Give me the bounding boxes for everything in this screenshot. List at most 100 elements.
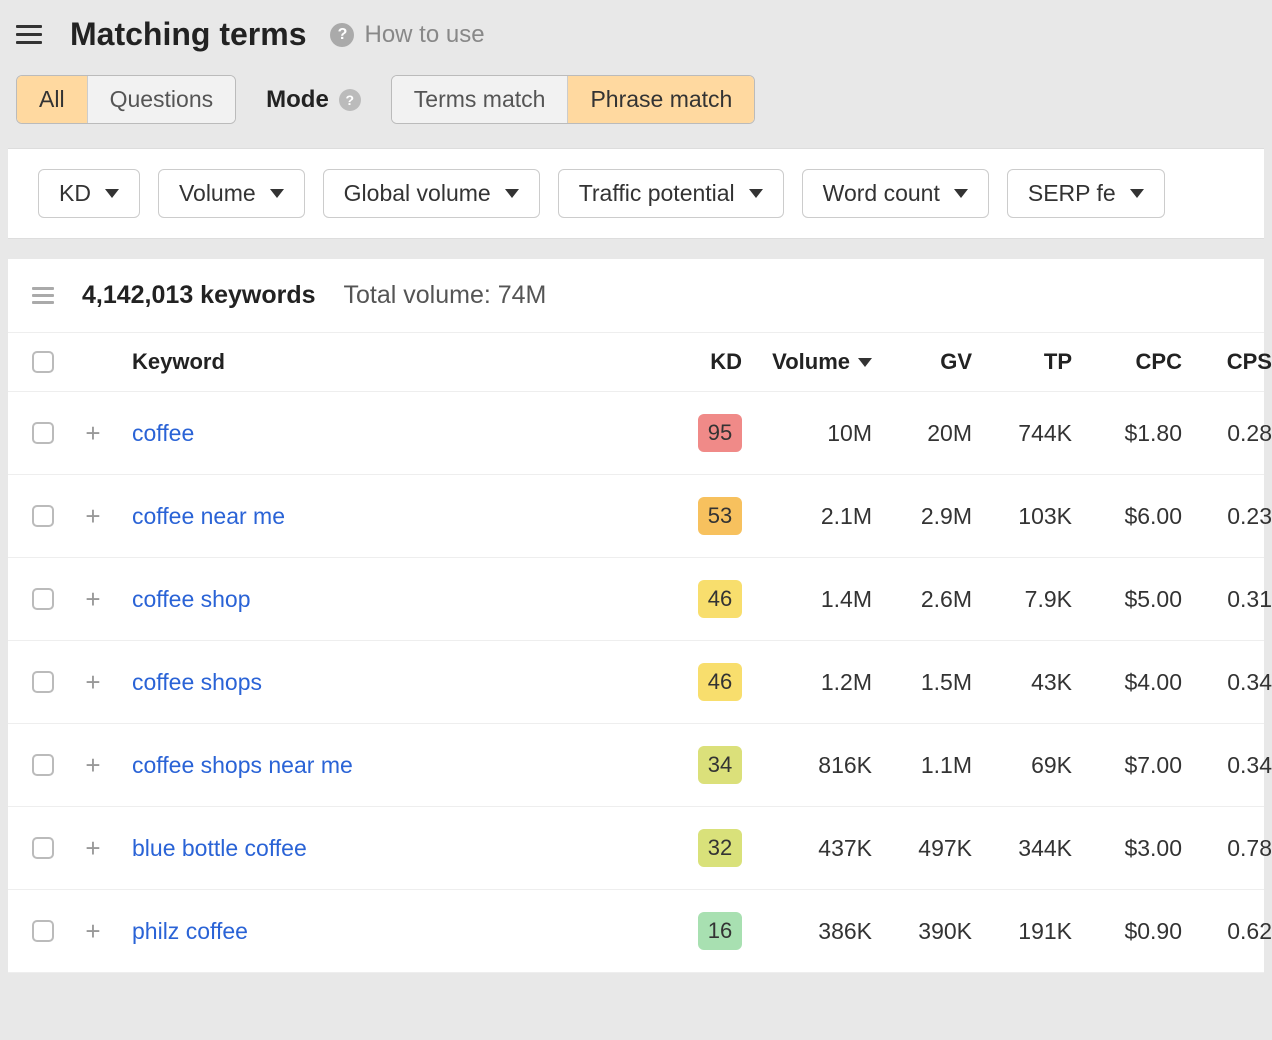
row-checkbox[interactable] xyxy=(32,754,54,776)
tab-all[interactable]: All xyxy=(17,76,87,123)
cell-tp: 7.9K xyxy=(972,586,1072,613)
cell-volume: 1.4M xyxy=(742,586,872,613)
cell-cps: 0.34 xyxy=(1182,752,1272,779)
chevron-down-icon xyxy=(105,189,119,198)
cell-cpc: $1.80 xyxy=(1072,420,1182,447)
table-row: +coffee shops461.2M1.5M43K$4.000.34 xyxy=(8,641,1264,724)
filter-word-count[interactable]: Word count xyxy=(802,169,989,218)
kd-badge: 46 xyxy=(698,580,742,618)
column-volume[interactable]: Volume xyxy=(742,349,872,375)
keyword-link[interactable]: coffee shops near me xyxy=(132,752,353,778)
table-row: +coffee shops near me34816K1.1M69K$7.000… xyxy=(8,724,1264,807)
cell-cpc: $3.00 xyxy=(1072,835,1182,862)
cell-volume: 386K xyxy=(742,918,872,945)
cell-tp: 43K xyxy=(972,669,1072,696)
page-title: Matching terms xyxy=(70,16,306,53)
kd-badge: 95 xyxy=(698,414,742,452)
cell-tp: 344K xyxy=(972,835,1072,862)
cell-cps: 0.78 xyxy=(1182,835,1272,862)
keyword-link[interactable]: coffee xyxy=(132,420,194,446)
cell-gv: 1.1M xyxy=(872,752,972,779)
add-icon[interactable]: + xyxy=(82,505,104,527)
kd-badge: 16 xyxy=(698,912,742,950)
chevron-down-icon xyxy=(270,189,284,198)
cell-cps: 0.31 xyxy=(1182,586,1272,613)
row-checkbox[interactable] xyxy=(32,920,54,942)
cell-gv: 1.5M xyxy=(872,669,972,696)
tab-questions[interactable]: Questions xyxy=(87,76,236,123)
add-icon[interactable]: + xyxy=(82,422,104,444)
cell-cpc: $5.00 xyxy=(1072,586,1182,613)
cell-tp: 103K xyxy=(972,503,1072,530)
filter-serp-fe[interactable]: SERP fe xyxy=(1007,169,1165,218)
cell-gv: 2.9M xyxy=(872,503,972,530)
add-icon[interactable]: + xyxy=(82,754,104,776)
tab-phrase-match[interactable]: Phrase match xyxy=(567,76,754,123)
sort-desc-icon xyxy=(858,358,872,367)
cell-tp: 69K xyxy=(972,752,1072,779)
filter-volume[interactable]: Volume xyxy=(158,169,305,218)
row-checkbox[interactable] xyxy=(32,505,54,527)
help-icon[interactable]: ? xyxy=(339,89,361,111)
filter-global-volume[interactable]: Global volume xyxy=(323,169,540,218)
add-icon[interactable]: + xyxy=(82,837,104,859)
total-volume: Total volume: 74M xyxy=(344,281,547,310)
table-row: +coffee shop461.4M2.6M7.9K$5.000.31 xyxy=(8,558,1264,641)
table-row: +coffee near me532.1M2.9M103K$6.000.23 xyxy=(8,475,1264,558)
cell-cps: 0.28 xyxy=(1182,420,1272,447)
type-tab-group: All Questions xyxy=(16,75,236,124)
filters-bar: KD Volume Global volume Traffic potential Wo… xyxy=(8,148,1264,239)
keywords-table: Keyword KD Volume GV TP CPC CPS +coffee9… xyxy=(8,333,1264,973)
cell-tp: 191K xyxy=(972,918,1072,945)
filter-kd[interactable]: KD xyxy=(38,169,140,218)
cell-gv: 20M xyxy=(872,420,972,447)
keyword-count: 4,142,013 keywords xyxy=(82,281,316,310)
keyword-link[interactable]: coffee near me xyxy=(132,503,285,529)
add-icon[interactable]: + xyxy=(82,671,104,693)
column-keyword[interactable]: Keyword xyxy=(132,349,652,375)
column-gv[interactable]: GV xyxy=(872,349,972,375)
cell-cpc: $0.90 xyxy=(1072,918,1182,945)
tab-terms-match[interactable]: Terms match xyxy=(392,76,568,123)
row-checkbox[interactable] xyxy=(32,837,54,859)
add-icon[interactable]: + xyxy=(82,588,104,610)
column-kd[interactable]: KD xyxy=(652,349,742,375)
table-row: +philz coffee16386K390K191K$0.900.62 xyxy=(8,890,1264,973)
select-all-checkbox[interactable] xyxy=(32,351,54,373)
column-cpc[interactable]: CPC xyxy=(1072,349,1182,375)
kd-badge: 34 xyxy=(698,746,742,784)
cell-volume: 437K xyxy=(742,835,872,862)
mode-label: Mode ? xyxy=(266,86,361,114)
cell-cps: 0.34 xyxy=(1182,669,1272,696)
kd-badge: 46 xyxy=(698,663,742,701)
kd-badge: 53 xyxy=(698,497,742,535)
keyword-link[interactable]: blue bottle coffee xyxy=(132,835,307,861)
cell-cps: 0.62 xyxy=(1182,918,1272,945)
filter-traffic-potential[interactable]: Traffic potential xyxy=(558,169,784,218)
table-row: +coffee9510M20M744K$1.800.28 xyxy=(8,392,1264,475)
keyword-link[interactable]: philz coffee xyxy=(132,918,248,944)
row-checkbox[interactable] xyxy=(32,588,54,610)
row-checkbox[interactable] xyxy=(32,422,54,444)
row-checkbox[interactable] xyxy=(32,671,54,693)
cell-tp: 744K xyxy=(972,420,1072,447)
table-row: +blue bottle coffee32437K497K344K$3.000.… xyxy=(8,807,1264,890)
keyword-link[interactable]: coffee shop xyxy=(132,586,251,612)
how-to-use-label: How to use xyxy=(364,21,484,49)
chevron-down-icon xyxy=(954,189,968,198)
list-icon[interactable] xyxy=(32,287,54,304)
help-icon: ? xyxy=(330,23,354,47)
hamburger-menu-icon[interactable] xyxy=(12,21,46,48)
kd-badge: 32 xyxy=(698,829,742,867)
cell-cpc: $7.00 xyxy=(1072,752,1182,779)
cell-gv: 390K xyxy=(872,918,972,945)
cell-gv: 497K xyxy=(872,835,972,862)
add-icon[interactable]: + xyxy=(82,920,104,942)
column-cps[interactable]: CPS xyxy=(1182,349,1272,375)
mode-tab-group: Terms match Phrase match xyxy=(391,75,756,124)
how-to-use-link[interactable]: ? How to use xyxy=(330,21,484,49)
cell-cpc: $6.00 xyxy=(1072,503,1182,530)
keyword-link[interactable]: coffee shops xyxy=(132,669,262,695)
column-tp[interactable]: TP xyxy=(972,349,1072,375)
cell-volume: 2.1M xyxy=(742,503,872,530)
